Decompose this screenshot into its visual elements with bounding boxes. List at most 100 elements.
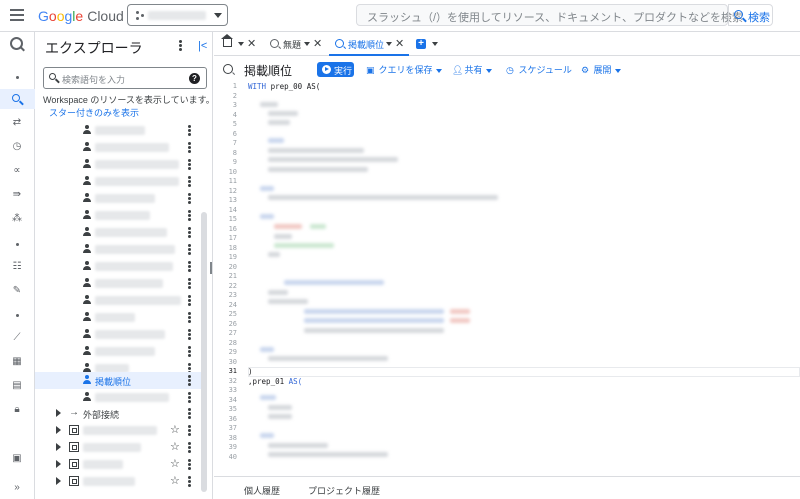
- tab-project-history[interactable]: プロジェクト履歴: [308, 484, 380, 497]
- close-icon[interactable]: ✕: [313, 37, 322, 50]
- close-icon[interactable]: ✕: [247, 37, 256, 50]
- schedule-button[interactable]: ◷ スケジュール: [506, 63, 572, 77]
- tree-row-query[interactable]: [35, 156, 201, 173]
- more-vert-icon[interactable]: [188, 244, 191, 255]
- more-vert-icon[interactable]: [188, 278, 191, 289]
- chevron-down-icon[interactable]: [432, 42, 438, 46]
- more-vert-icon[interactable]: [188, 459, 191, 470]
- rail-analytics-hub[interactable]: ∝: [0, 161, 35, 181]
- tree-row-query[interactable]: [35, 292, 201, 309]
- rail-scheduled[interactable]: ◷: [0, 137, 35, 157]
- tree-row-query[interactable]: [35, 173, 201, 190]
- explorer-title: エクスプローラ: [45, 40, 143, 56]
- chevron-down-icon[interactable]: [238, 42, 244, 46]
- run-button[interactable]: 実行: [317, 62, 354, 77]
- more-vert-icon[interactable]: [188, 329, 191, 340]
- line-number: 38: [228, 433, 237, 442]
- tab-home[interactable]: ✕: [214, 32, 262, 56]
- rail-reservations[interactable]: ▤: [0, 376, 35, 396]
- rail-release-notes[interactable]: ▣: [0, 449, 35, 469]
- chevron-down-icon: [614, 68, 621, 73]
- rail-migration[interactable]: ☷: [0, 257, 35, 277]
- tree-row-query[interactable]: [35, 241, 201, 258]
- chevron-down-icon[interactable]: [386, 42, 392, 46]
- close-icon[interactable]: ✕: [395, 37, 404, 50]
- star-icon[interactable]: ☆: [170, 457, 180, 470]
- more-vert-icon[interactable]: [188, 312, 191, 323]
- expand-button[interactable]: ⚙ 展開: [581, 63, 621, 77]
- help-icon[interactable]: ?: [189, 73, 200, 84]
- more-vert-icon[interactable]: [188, 125, 191, 136]
- expand-arrow-icon[interactable]: [56, 477, 61, 485]
- star-icon[interactable]: ☆: [170, 440, 180, 453]
- more-vert-icon[interactable]: [188, 425, 191, 436]
- star-icon[interactable]: ☆: [170, 474, 180, 487]
- rail-explorer[interactable]: [0, 89, 35, 109]
- star-icon[interactable]: ☆: [170, 423, 180, 436]
- tree-row-external-connections[interactable]: → 外部接続: [35, 405, 201, 422]
- tree-row-query[interactable]: [35, 207, 201, 224]
- tree-row-project[interactable]: ☆: [35, 439, 201, 456]
- rail-capacity[interactable]: ▦: [0, 352, 35, 372]
- tree-row-query[interactable]: [35, 139, 201, 156]
- tree-row-project[interactable]: ☆: [35, 456, 201, 473]
- more-vert-icon[interactable]: [188, 375, 191, 386]
- more-vert-icon[interactable]: [188, 159, 191, 170]
- more-vert-icon[interactable]: [188, 193, 191, 204]
- expand-arrow-icon[interactable]: [56, 460, 61, 468]
- tree-row-query[interactable]: [35, 224, 201, 241]
- add-tab-icon[interactable]: +: [416, 39, 426, 49]
- sql-editor[interactable]: 1 2 3 4 5 6 7 8 9 10 11 12 13 14 15 16 17 18 19 20 21 22 23 24 2…: [214, 82, 800, 476]
- search-button[interactable]: 検索: [728, 4, 773, 26]
- project-selector[interactable]: [127, 4, 228, 26]
- show-starred-link[interactable]: スター付きのみを表示: [49, 106, 139, 119]
- tree-row-query[interactable]: [35, 389, 201, 406]
- save-query-button[interactable]: ▣ クエリを保存: [366, 63, 442, 77]
- search-input[interactable]: スラッシュ（/）を使用してリソース、ドキュメント、プロダクトなどを検索: [356, 4, 743, 26]
- explorer-scrollbar[interactable]: [201, 212, 207, 492]
- tree-row-query[interactable]: [35, 122, 201, 139]
- more-vert-icon[interactable]: [188, 261, 191, 272]
- more-vert-icon[interactable]: [188, 408, 191, 419]
- bigquery-logo-icon[interactable]: [0, 34, 35, 54]
- tree-row-query[interactable]: [35, 258, 201, 275]
- explorer-search-input[interactable]: 検索語句を入力 ?: [43, 67, 207, 89]
- more-vert-icon[interactable]: [188, 142, 191, 153]
- more-vert-icon[interactable]: [188, 346, 191, 357]
- more-vert-icon[interactable]: [179, 40, 182, 51]
- more-vert-icon[interactable]: [188, 176, 191, 187]
- more-vert-icon[interactable]: [188, 210, 191, 221]
- tab-active-query[interactable]: 掲載順位 ✕: [329, 32, 409, 56]
- more-vert-icon[interactable]: [188, 442, 191, 453]
- rail-monitoring[interactable]: ⟋: [0, 328, 35, 348]
- collapse-panel-icon[interactable]: |<: [198, 40, 207, 52]
- more-vert-icon[interactable]: [188, 227, 191, 238]
- tree-row-query[interactable]: [35, 326, 201, 343]
- more-vert-icon[interactable]: [188, 476, 191, 487]
- panel-resize-handle[interactable]: [210, 262, 212, 274]
- tree-row-query[interactable]: [35, 275, 201, 292]
- rail-partner[interactable]: ⁂: [0, 209, 35, 229]
- main-menu-icon[interactable]: [10, 9, 24, 21]
- chevron-down-icon[interactable]: [304, 42, 310, 46]
- more-vert-icon[interactable]: [188, 295, 191, 306]
- rail-expand[interactable]: »: [0, 478, 35, 498]
- tab-personal-history[interactable]: 個人履歴: [244, 484, 280, 497]
- expand-arrow-icon[interactable]: [56, 426, 61, 434]
- more-vert-icon[interactable]: [188, 392, 191, 403]
- expand-arrow-icon[interactable]: [56, 409, 61, 417]
- rail-policy[interactable]: 🔒︎: [0, 400, 35, 420]
- tree-row-project[interactable]: ☆: [35, 422, 201, 439]
- rail-settings[interactable]: ✎: [0, 281, 35, 301]
- tree-row-query[interactable]: [35, 309, 201, 326]
- tree-row-query[interactable]: [35, 343, 201, 360]
- google-cloud-logo[interactable]: Google Cloud: [38, 8, 124, 24]
- tree-row-selected-query[interactable]: 掲載順位: [35, 372, 201, 389]
- tab-untitled[interactable]: 無題 ✕: [264, 32, 326, 56]
- expand-arrow-icon[interactable]: [56, 443, 61, 451]
- rail-dataform[interactable]: ⇛: [0, 185, 35, 205]
- tree-row-query[interactable]: [35, 190, 201, 207]
- share-button[interactable]: 👤︎ 共有: [452, 63, 492, 77]
- rail-transfers[interactable]: ⇄: [0, 113, 35, 133]
- tree-row-project[interactable]: ☆: [35, 473, 201, 490]
